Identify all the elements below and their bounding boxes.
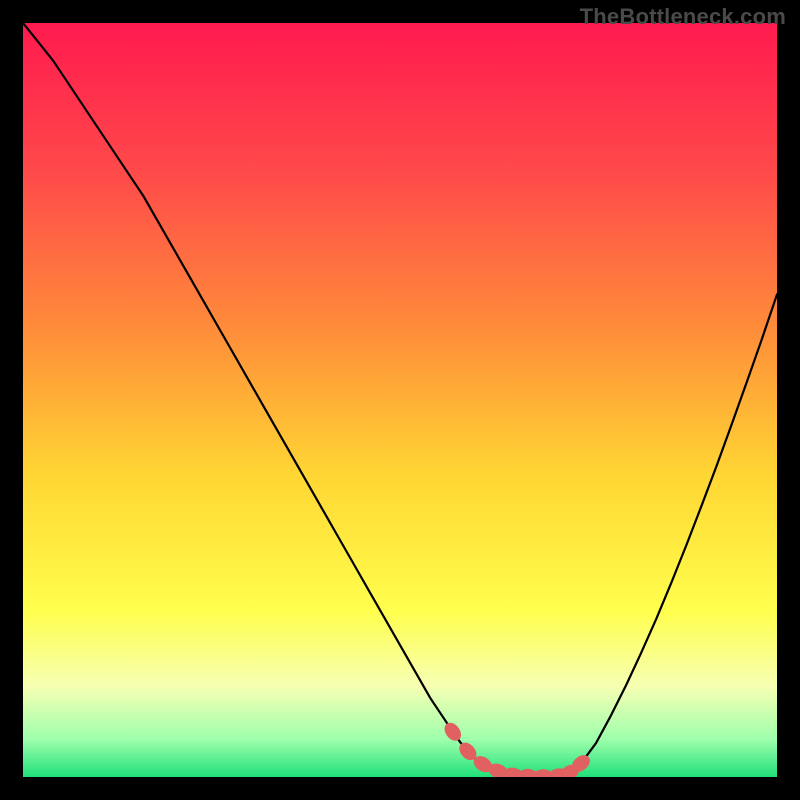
gradient-background [23, 23, 777, 777]
plot-area [23, 23, 777, 777]
chart-frame: TheBottleneck.com [0, 0, 800, 800]
plot-svg [23, 23, 777, 777]
watermark-label: TheBottleneck.com [580, 4, 786, 30]
